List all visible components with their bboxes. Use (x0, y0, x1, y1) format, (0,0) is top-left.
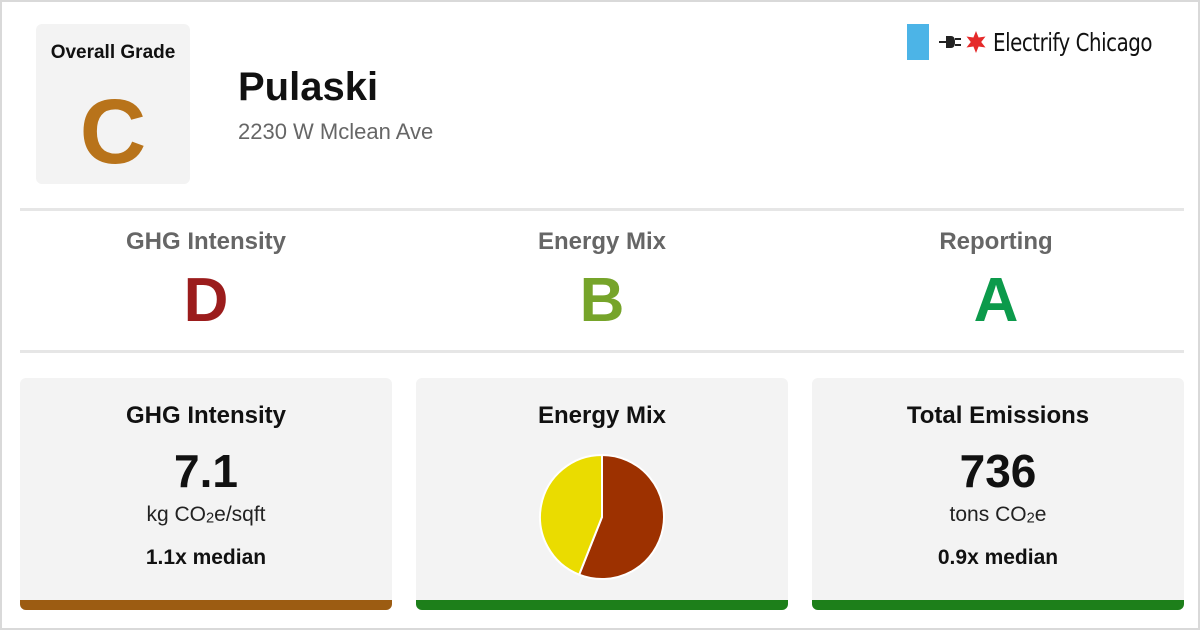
subgrade-energy-mix-grade: B (579, 266, 625, 335)
electrify-chicago-logo[interactable]: Electrify Chicago (907, 24, 1174, 60)
emissions-card-title: Total Emissions (906, 402, 1090, 429)
overall-grade-box: Overall Grade C (36, 24, 190, 184)
mix-card-status-bar (416, 600, 788, 610)
logo-text: Electrify Chicago (993, 27, 1153, 57)
building-address: 2230 W Mclean Ave (238, 119, 434, 144)
subgrade-reporting: Reporting A (802, 228, 1190, 332)
ghg-card-title: GHG Intensity (125, 402, 287, 429)
emissions-card-value: 736 (959, 445, 1037, 497)
total-emissions-card: Total Emissions 736 tons CO2e 0.9x media… (812, 378, 1184, 610)
subgrade-ghg-grade: D (183, 266, 229, 335)
ghg-card-value: 7.1 (174, 445, 238, 497)
ghg-card-status-bar (20, 600, 392, 610)
subgrade-ghg: GHG Intensity D (12, 228, 400, 332)
ghg-intensity-card: GHG Intensity 7.1 kg CO2e/sqft 1.1x medi… (20, 378, 392, 610)
chicago-flag-stripe-icon (907, 24, 930, 60)
divider-top (20, 208, 1184, 211)
mix-card-title: Energy Mix (537, 402, 667, 429)
subgrade-reporting-label: Reporting (939, 228, 1053, 255)
energy-mix-pie-chart (539, 453, 665, 580)
emissions-card-status-bar (812, 600, 1184, 610)
subgrade-reporting-grade: A (973, 266, 1019, 335)
building-name: Pulaski (238, 65, 379, 109)
emissions-card-median: 0.9x median (937, 546, 1059, 569)
subgrade-energy-mix-label: Energy Mix (537, 228, 667, 255)
overall-grade-letter: C (79, 81, 147, 183)
plug-icon (939, 36, 962, 48)
ghg-card-median: 1.1x median (145, 546, 267, 569)
energy-mix-card: Energy Mix (416, 378, 788, 610)
overall-grade-label: Overall Grade (50, 42, 176, 63)
subgrade-energy-mix: Energy Mix B (408, 228, 796, 332)
share-card: Overall Grade C Pulaski 2230 W Mclean Av… (0, 0, 1200, 630)
ghg-card-unit: kg CO2e/sqft (146, 503, 266, 527)
divider-bottom (20, 350, 1184, 353)
emissions-card-unit: tons CO2e (949, 503, 1047, 527)
subgrade-ghg-label: GHG Intensity (125, 228, 287, 255)
red-star-icon (966, 31, 986, 53)
